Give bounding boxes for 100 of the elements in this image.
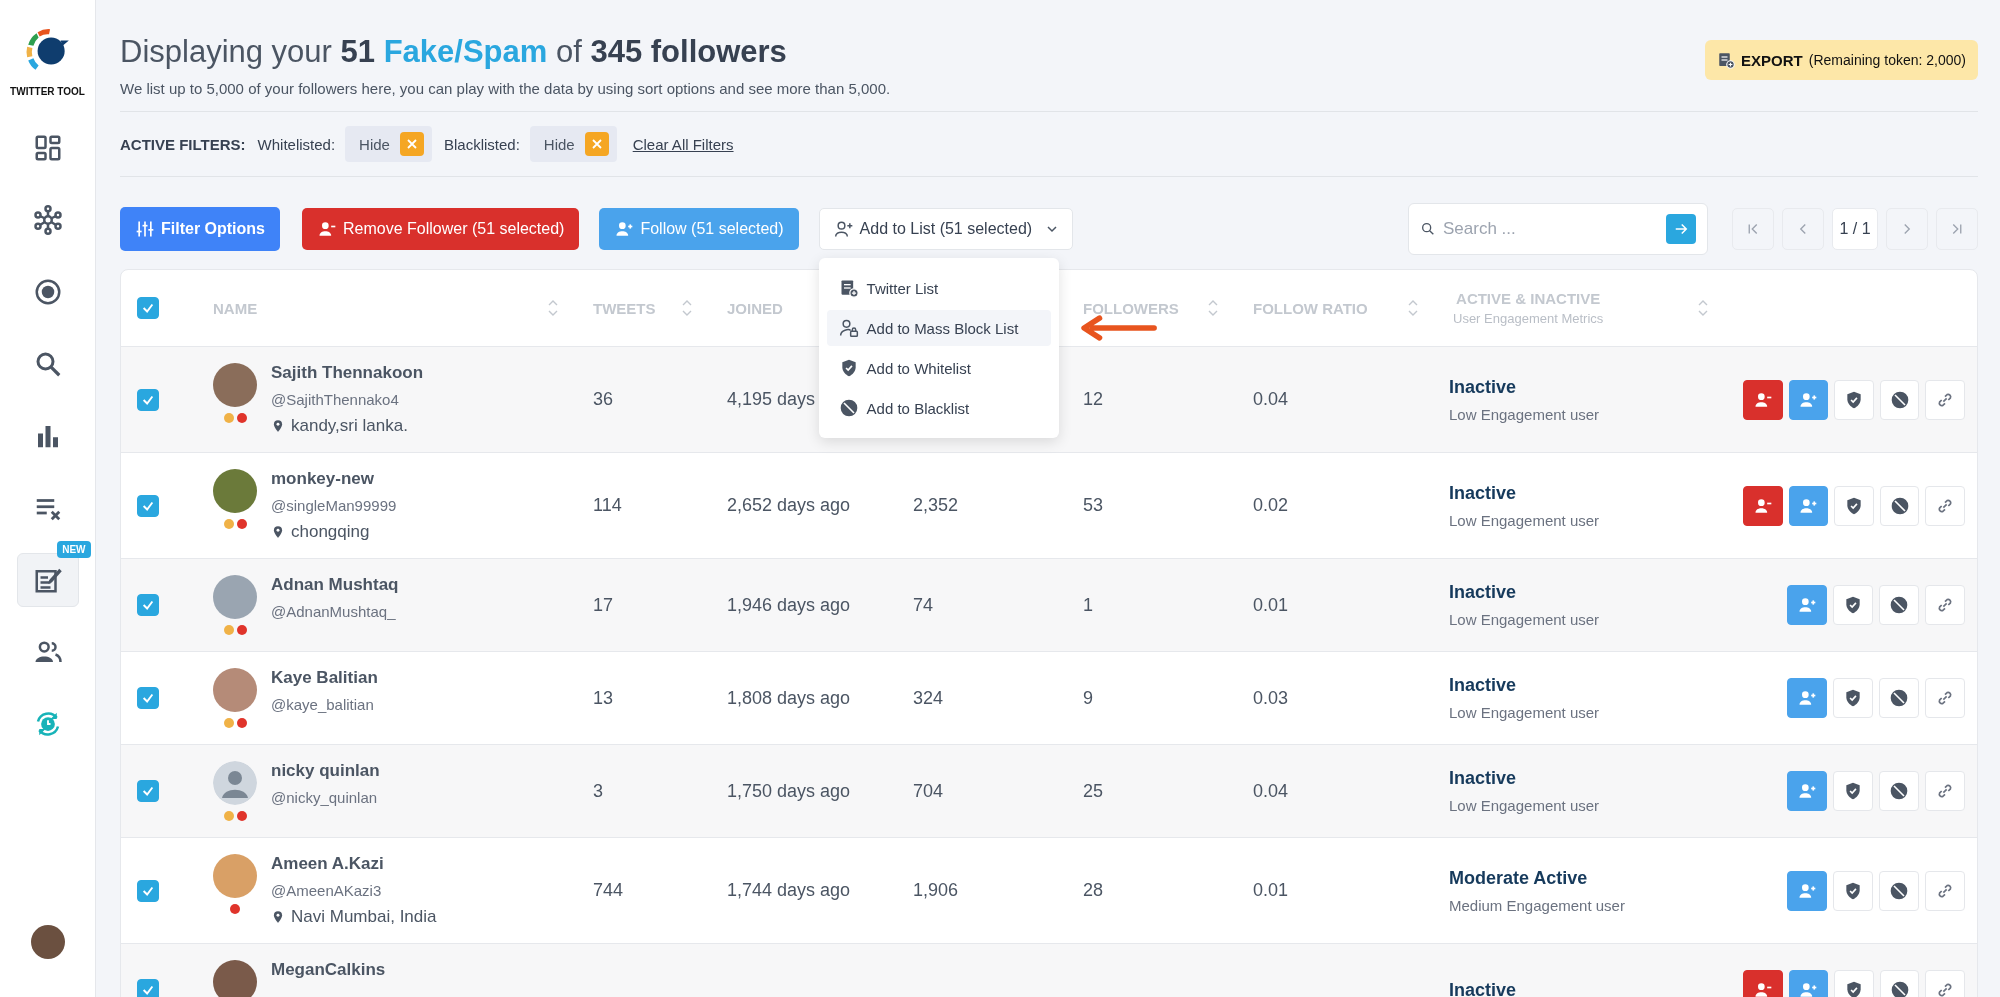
link-button[interactable] — [1925, 485, 1965, 526]
tweets-count: 744 — [593, 880, 624, 901]
shield-button[interactable] — [1834, 379, 1874, 420]
user-location: kandy,sri lanka. — [291, 416, 408, 436]
add-user-button[interactable] — [1787, 870, 1827, 911]
search-field[interactable]: Search ... — [1408, 203, 1708, 255]
subtitle: We list up to 5,000 of your followers here, you can play with the data by using sort options and see more than 5,000. — [120, 80, 891, 97]
link-button[interactable] — [1925, 379, 1965, 420]
add-user-button[interactable] — [1788, 379, 1829, 420]
page-title: Displaying your 51 Fake/Spam of 345 followers — [120, 34, 788, 70]
row-checkbox[interactable] — [137, 594, 159, 616]
shield-button[interactable] — [1833, 870, 1873, 911]
joined-date: 4,195 days — [727, 389, 816, 410]
clear-filters-link[interactable]: Clear All Filters — [632, 135, 734, 153]
toolbar-button[interactable]: Remove Follower (51 selected) — [302, 208, 580, 250]
prohibited-icon — [1889, 980, 1910, 997]
shield-button[interactable] — [1833, 771, 1873, 811]
menu-item[interactable]: Twitter List — [826, 270, 1051, 306]
avatar[interactable] — [30, 925, 65, 959]
filter-name: Blacklisted: — [443, 135, 520, 153]
search-button[interactable] — [1666, 214, 1696, 244]
user-name[interactable]: nicky quinlan — [271, 761, 380, 781]
block-button[interactable] — [1879, 870, 1919, 911]
filter-chip: Hide — [345, 126, 432, 162]
caret-icon — [1046, 223, 1059, 235]
shield-check-icon — [1844, 980, 1864, 997]
remove-filter-button[interactable] — [584, 132, 609, 156]
link-button[interactable] — [1925, 870, 1965, 911]
joined-date: 1,744 days ago — [727, 880, 851, 901]
user-handle: @AmeenAKazi3 — [271, 882, 383, 899]
follow-ratio: 0.01 — [1253, 594, 1289, 616]
user-name[interactable]: MeganCalkins — [271, 960, 386, 980]
table-cell: 2,352 — [913, 495, 959, 516]
remove-user-button[interactable] — [1743, 485, 1783, 526]
select-all-checkbox[interactable] — [137, 297, 159, 319]
shield-button[interactable] — [1833, 678, 1873, 718]
shield-button[interactable] — [1833, 585, 1873, 625]
user-handle: @kaye_balitian — [271, 696, 375, 713]
sidebar-item[interactable] — [16, 553, 79, 607]
user-plus-icon — [1797, 688, 1817, 708]
menu-item[interactable]: Add to Whitelist — [826, 350, 1051, 386]
check-icon — [141, 784, 155, 798]
row-checkbox[interactable] — [137, 388, 159, 411]
remove-user-button[interactable] — [1743, 379, 1783, 420]
row-checkbox[interactable] — [137, 687, 159, 709]
table-cell: 324 — [913, 687, 944, 709]
link-button[interactable] — [1925, 771, 1965, 811]
followers-count: 12 — [1083, 389, 1104, 410]
add-user-button[interactable] — [1787, 771, 1827, 811]
block-button[interactable] — [1879, 771, 1919, 811]
shield-check-icon — [1843, 595, 1863, 615]
row-checkbox[interactable] — [137, 494, 159, 517]
add-user-button[interactable] — [1787, 678, 1827, 718]
engagement-level: Low Engagement user — [1449, 704, 1600, 721]
row-checkbox[interactable] — [137, 979, 159, 997]
user-name[interactable]: Ameen A.Kazi — [271, 854, 437, 874]
followers-count: 9 — [1083, 687, 1093, 709]
table-cell: 704 — [913, 780, 944, 802]
engagement-level: Low Engagement user — [1449, 405, 1600, 423]
user-minus-icon — [317, 219, 337, 239]
joined-date: 1,750 days ago — [727, 780, 851, 802]
engagement-level: Low Engagement user — [1449, 511, 1600, 529]
link-button[interactable] — [1925, 678, 1965, 718]
add-user-button[interactable] — [1787, 585, 1827, 625]
row-checkbox[interactable] — [137, 879, 159, 902]
menu-item[interactable]: Add to Blacklist — [826, 390, 1051, 426]
block-button[interactable] — [1879, 585, 1919, 625]
user-lock-icon — [838, 318, 859, 338]
column-subheader: User Engagement Metrics — [1453, 311, 1604, 326]
user-name[interactable]: Kaye Balitian — [271, 668, 378, 688]
add-user-button[interactable] — [1788, 485, 1829, 526]
shield-button[interactable] — [1834, 485, 1874, 526]
engagement-level: Low Engagement user — [1449, 611, 1600, 628]
close-icon — [590, 138, 603, 150]
toolbar-button[interactable]: Filter Options — [120, 207, 280, 251]
sliders-icon — [135, 219, 155, 239]
toolbar-button[interactable]: Add to List (51 selected) — [818, 208, 1074, 250]
row-checkbox[interactable] — [137, 780, 159, 802]
export-button[interactable]: EXPORT (Remaining token: 2,000) — [1705, 40, 1978, 80]
shield-check-icon — [1844, 495, 1864, 516]
network-icon — [32, 205, 63, 235]
engagement-level: Low Engagement user — [1449, 797, 1600, 814]
remove-filter-button[interactable] — [399, 132, 424, 156]
shield-check-icon — [1843, 880, 1863, 901]
user-name[interactable]: monkey-new — [271, 469, 397, 489]
user-location: Navi Mumbai, India — [291, 907, 437, 927]
user-name[interactable]: Sajith Thennakoon — [271, 363, 424, 383]
followers-count: 28 — [1083, 880, 1104, 901]
block-button[interactable] — [1879, 485, 1920, 526]
tweets-count: 114 — [593, 495, 622, 516]
location-pin-icon — [271, 419, 285, 433]
tweets-count: 13 — [593, 687, 614, 709]
activity-status: Inactive — [1449, 675, 1517, 696]
tweets-count: 17 — [593, 594, 614, 616]
block-button[interactable] — [1879, 379, 1920, 420]
link-button[interactable] — [1925, 585, 1965, 625]
table-cell: 74 — [913, 594, 934, 616]
user-name[interactable]: Adnan Mushtaq — [271, 575, 399, 595]
user-handle: @nicky_quinlan — [271, 789, 379, 806]
block-button[interactable] — [1879, 678, 1919, 718]
